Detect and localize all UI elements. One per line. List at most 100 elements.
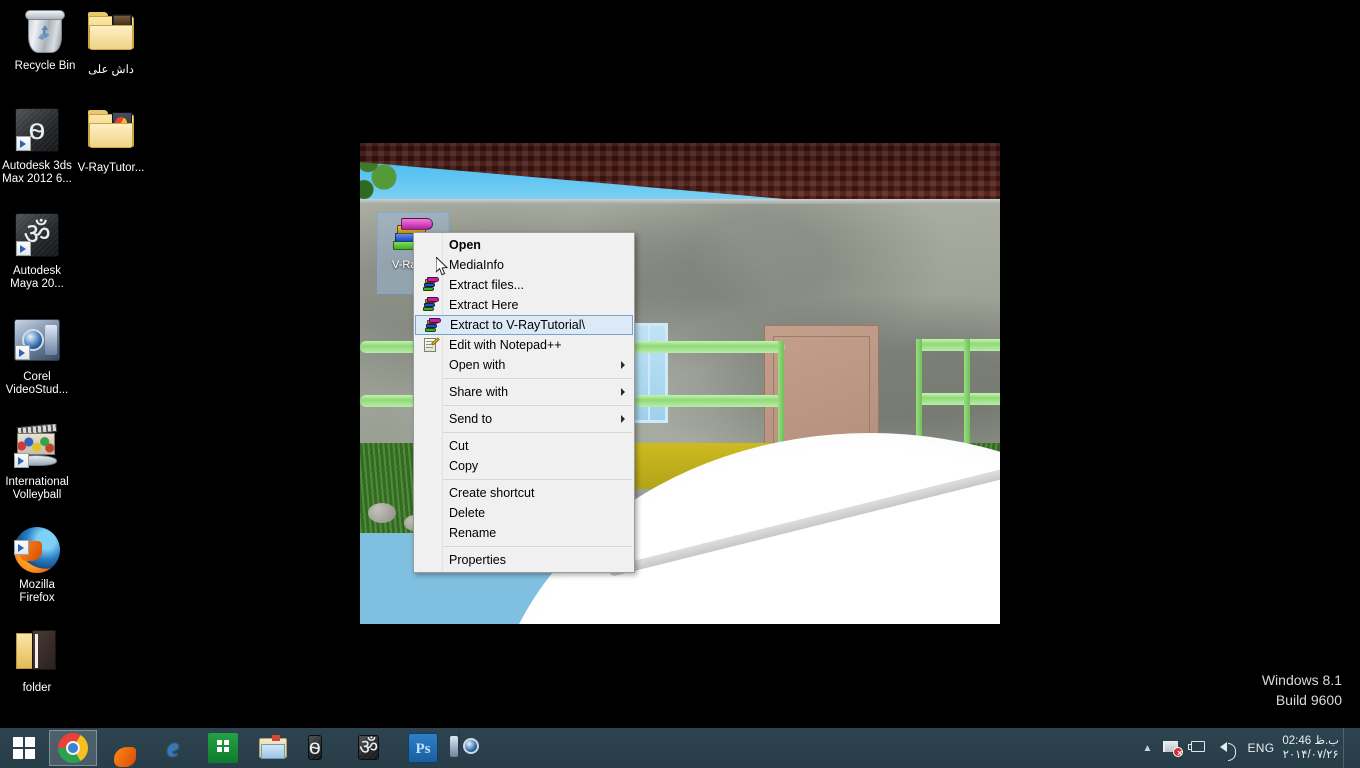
taskbar-item-file-explorer[interactable] — [249, 730, 297, 766]
shortcut-arrow-icon — [15, 345, 30, 360]
menu-item-label: Share with — [449, 385, 509, 399]
volleyball-game-icon — [13, 424, 61, 472]
taskbar-item-photoshop[interactable]: Ps — [399, 730, 447, 766]
taskbar-item-3dsmax[interactable]: ѳ — [299, 730, 347, 766]
taskbar-item-corel[interactable] — [449, 730, 497, 766]
3dsmax-icon: ѳ — [308, 735, 322, 760]
taskbar: e ѳ ॐ Ps ▲ × ENG 02:46 ب.ظ ۲۰۱۴/۰۷/۲۶ — [0, 728, 1360, 768]
menu-item-label: Rename — [449, 526, 497, 540]
clock[interactable]: 02:46 ب.ظ ۲۰۱۴/۰۷/۲۶ — [1280, 734, 1343, 762]
internet-explorer-icon: e — [167, 733, 179, 762]
railing-bar — [625, 341, 785, 353]
file-explorer-icon — [258, 733, 288, 763]
maya-icon: ॐ — [358, 735, 380, 760]
stone — [368, 503, 396, 523]
chevron-right-icon — [621, 361, 625, 369]
show-hidden-icons-icon[interactable]: ▲ — [1137, 743, 1157, 754]
menu-item-create-shortcut[interactable]: Create shortcut — [414, 483, 634, 503]
menu-item-cut[interactable]: Cut — [414, 436, 634, 456]
desktop-icon-maya[interactable]: ॐ Autodesk Maya 20... — [0, 211, 82, 291]
desktop-icon-folder[interactable]: folder — [0, 627, 82, 695]
menu-item-label: Extract files... — [449, 278, 525, 292]
railing-bar — [635, 395, 783, 407]
system-tray: ▲ ENG 02:46 ب.ظ ۲۰۱۴/۰۷/۲۶ — [1137, 728, 1360, 768]
menu-separator — [442, 546, 632, 547]
show-desktop-button[interactable] — [1343, 728, 1352, 768]
recycle-symbol-icon — [38, 25, 49, 40]
menu-item-label: Copy — [449, 459, 479, 473]
menu-item-mediainfo[interactable]: MediaInfo — [414, 255, 634, 275]
menu-item-extract-files[interactable]: Extract files... — [414, 275, 634, 295]
shortcut-arrow-icon — [16, 136, 31, 151]
desktop-icon-international-volleyball[interactable]: International Volleyball — [0, 421, 82, 502]
taskbar-item-maya[interactable]: ॐ — [349, 730, 397, 766]
clock-time: 02:46 ب.ظ — [1282, 735, 1339, 747]
desktop: Recycle Bin داش على ѳ Autodesk 3ds Max 2… — [0, 0, 1360, 768]
desktop-icon-label: V-RayTutor... — [77, 162, 145, 174]
shortcut-arrow-icon — [14, 540, 29, 555]
menu-item-label: Delete — [449, 506, 486, 520]
menu-item-rename[interactable]: Rename — [414, 523, 634, 543]
menu-item-send-to[interactable]: Send to — [414, 409, 634, 429]
menu-item-label: Open with — [449, 358, 506, 372]
desktop-icon-corel-videostudio[interactable]: Corel VideoStud... — [0, 316, 82, 397]
taskbar-item-internet-explorer[interactable]: e — [149, 730, 197, 766]
menu-item-label: Edit with Notepad++ — [449, 338, 562, 352]
desktop-icon-label: Mozilla Firefox — [19, 579, 55, 604]
menu-item-share-with[interactable]: Share with — [414, 382, 634, 402]
firefox-icon — [13, 527, 61, 575]
railing-post — [778, 341, 784, 457]
desktop-icon-label: داش على — [88, 64, 134, 76]
recycle-bin-icon — [21, 8, 69, 56]
menu-separator — [442, 432, 632, 433]
start-button[interactable] — [0, 728, 48, 768]
photoshop-icon: Ps — [408, 733, 438, 763]
desktop-icon-dash-ali[interactable]: داش على — [66, 8, 156, 77]
menu-item-label: Open — [449, 238, 481, 252]
watermark-line-2: Build 9600 — [1275, 692, 1342, 708]
taskbar-item-firefox[interactable] — [99, 730, 147, 766]
menu-item-edit-with-notepadpp[interactable]: Edit with Notepad++ — [414, 335, 634, 355]
folder-vray-icon — [87, 110, 135, 158]
open-folder-icon — [13, 630, 61, 678]
folder-pictures-icon — [87, 12, 135, 60]
3dsmax-icon: ѳ — [13, 108, 61, 156]
menu-item-extract-to-folder[interactable]: Extract to V-RayTutorial\ — [415, 315, 633, 335]
menu-item-delete[interactable]: Delete — [414, 503, 634, 523]
windows-store-icon — [208, 733, 238, 763]
language-indicator[interactable]: ENG — [1241, 741, 1280, 755]
menu-item-copy[interactable]: Copy — [414, 456, 634, 476]
corel-videostudio-icon — [13, 319, 61, 367]
notepad-plus-plus-icon — [423, 337, 440, 353]
windows-activation-watermark: Windows 8.1 Build 9600 — [1262, 670, 1342, 710]
taskbar-item-chrome[interactable] — [49, 730, 97, 766]
menu-item-open[interactable]: Open — [414, 235, 634, 255]
desktop-icon-label: International Volleyball — [5, 476, 69, 501]
menu-item-label: Cut — [449, 439, 469, 453]
menu-separator — [442, 378, 632, 379]
railing-bar — [916, 393, 1000, 405]
menu-item-label: Extract to V-RayTutorial\ — [450, 318, 585, 332]
menu-item-extract-here[interactable]: Extract Here — [414, 295, 634, 315]
railing-bar — [916, 339, 1000, 351]
network-icon[interactable] — [1159, 736, 1184, 760]
watermark-line-1: Windows 8.1 — [1261, 672, 1342, 688]
menu-item-label: Send to — [449, 412, 493, 426]
winrar-icon — [423, 297, 439, 313]
desktop-icon-mozilla-firefox[interactable]: Mozilla Firefox — [0, 526, 82, 605]
pc-settings-icon[interactable] — [1187, 736, 1211, 760]
firefox-icon — [108, 733, 138, 763]
corel-videostudio-icon — [450, 732, 488, 763]
menu-item-properties[interactable]: Properties — [414, 550, 634, 570]
chevron-right-icon — [621, 415, 625, 423]
chevron-right-icon — [621, 388, 625, 396]
maya-icon: ॐ — [13, 213, 61, 261]
menu-item-label: Create shortcut — [449, 486, 535, 500]
desktop-icon-label: Autodesk Maya 20... — [10, 265, 64, 290]
volume-icon[interactable] — [1215, 736, 1239, 761]
desktop-icon-vraytutorial-folder[interactable]: V-RayTutor... — [66, 106, 156, 175]
menu-item-open-with[interactable]: Open with — [414, 355, 634, 375]
menu-item-label: Extract Here — [449, 298, 519, 312]
taskbar-item-store[interactable] — [199, 730, 247, 766]
context-menu[interactable]: Open MediaInfo Extract files... Extract … — [413, 232, 635, 573]
